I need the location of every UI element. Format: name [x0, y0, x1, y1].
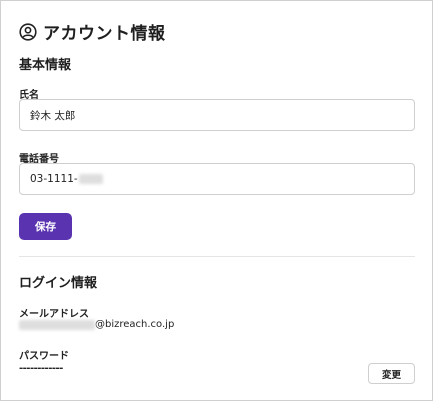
phone-value: 03-1111-: [30, 173, 78, 185]
save-button[interactable]: 保存: [19, 213, 72, 240]
password-masked: ------------: [19, 363, 63, 374]
page-title: アカウント情報: [43, 24, 166, 44]
phone-redacted: [78, 174, 103, 184]
name-value: 鈴木 太郎: [30, 109, 76, 122]
email-value: @bizreach.co.jp: [19, 319, 174, 330]
account-info-card: アカウント情報 基本情報 氏名 鈴木 太郎 電話番号 03-1111- 保存 ロ…: [0, 0, 433, 401]
page-header: アカウント情報: [19, 19, 166, 44]
account-circle-icon: [19, 22, 37, 41]
basic-info-heading: 基本情報: [19, 58, 72, 73]
change-password-button[interactable]: 変更: [368, 363, 415, 384]
email-domain: @bizreach.co.jp: [95, 319, 175, 330]
login-info-heading: ログイン情報: [19, 276, 98, 291]
email-label: メールアドレス: [19, 309, 89, 320]
email-redacted: [19, 319, 95, 330]
section-divider: [19, 256, 415, 257]
password-label: パスワード: [19, 351, 69, 362]
name-input[interactable]: 鈴木 太郎: [19, 99, 415, 131]
phone-input[interactable]: 03-1111-: [19, 163, 415, 195]
